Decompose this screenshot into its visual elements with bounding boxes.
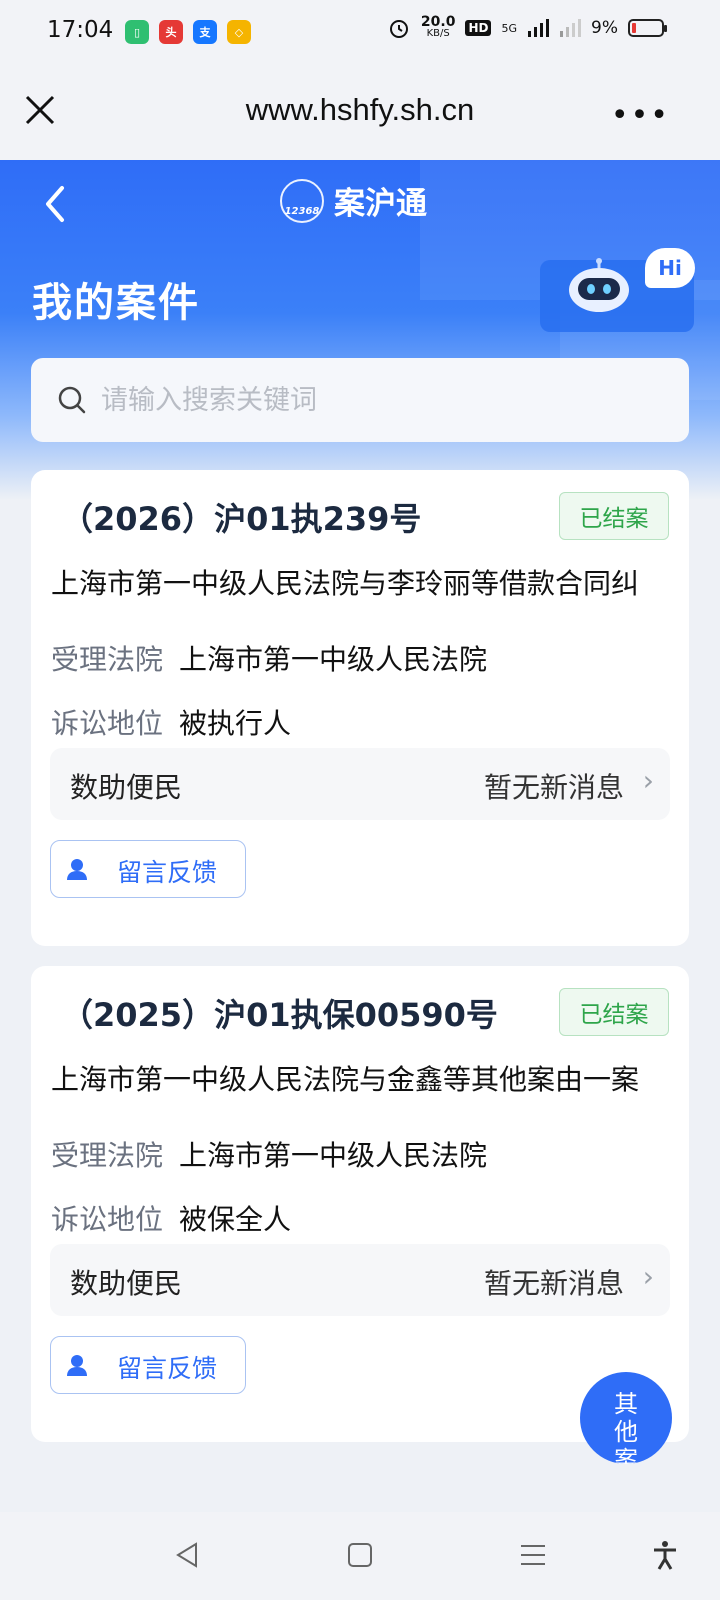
shopping-app-icon: ◇ (227, 20, 251, 44)
notification-icons: ▯ 头 支 ◇ (125, 20, 251, 44)
search-input[interactable] (99, 383, 663, 417)
search-bar[interactable] (31, 358, 689, 442)
brand: 12368 案沪通 (280, 178, 427, 223)
feedback-label: 留言反馈 (117, 1354, 218, 1383)
notice-label: 数助便民 (70, 1267, 183, 1300)
accessibility-icon[interactable] (650, 1540, 680, 1570)
court-row: 受理法院 上海市第一中级人民法院 (51, 1134, 487, 1174)
nav-home-icon[interactable] (345, 1540, 375, 1570)
feedback-label: 留言反馈 (117, 858, 218, 887)
signal-icon (528, 19, 550, 37)
court-label: 受理法院 (51, 643, 164, 676)
case-title: 上海市第一中级人民法院与李玲丽等借款合同纠 (51, 567, 640, 600)
system-nav-bar (0, 1512, 720, 1600)
chevron-right-icon: › (642, 1260, 654, 1293)
float-button-label: 其他案 (614, 1390, 638, 1464)
hi-bubble[interactable]: Hi (645, 248, 695, 288)
nav-back-icon[interactable] (172, 1540, 202, 1570)
court-label: 受理法院 (51, 1139, 164, 1172)
case-title: 上海市第一中级人民法院与金鑫等其他案由一案 (51, 1063, 640, 1096)
case-card[interactable]: （2026）沪01执239号 已结案 上海市第一中级人民法院与李玲丽等借款合同纠… (31, 470, 689, 946)
signal-5g-label: 5G (501, 21, 518, 35)
role-label: 诉讼地位 (51, 1203, 164, 1236)
more-menu-icon[interactable]: ••• (611, 98, 670, 133)
alarm-icon (389, 20, 408, 38)
role-row: 诉讼地位 被执行人 (51, 702, 291, 742)
notice-row[interactable]: 数助便民 暂无新消息 › (50, 1244, 670, 1316)
notice-label: 数助便民 (70, 771, 183, 804)
user-service-icon (67, 1355, 87, 1376)
browser-bar: www.hshfy.sh.cn ••• (0, 64, 720, 160)
court-value: 上海市第一中级人民法院 (179, 1139, 488, 1172)
hd-icon: HD (465, 20, 492, 36)
notice-value: 暂无新消息 (483, 1267, 624, 1300)
battery-percent: 9% (591, 18, 618, 38)
court-row: 受理法院 上海市第一中级人民法院 (51, 638, 487, 678)
case-number: （2025）沪01执保00590号 (61, 996, 498, 1034)
news-app-icon: 头 (159, 20, 183, 44)
role-row: 诉讼地位 被保全人 (51, 1198, 291, 1238)
case-number: （2026）沪01执239号 (61, 500, 422, 538)
feedback-button[interactable]: 留言反馈 (50, 840, 246, 898)
chevron-right-icon: › (642, 764, 654, 797)
notice-value: 暂无新消息 (483, 771, 624, 804)
other-cases-float-button[interactable]: 其他案 (580, 1372, 672, 1464)
court-logo-icon: 12368 (280, 178, 324, 223)
battery-icon (628, 19, 667, 37)
brand-name: 案沪通 (334, 186, 427, 222)
back-icon[interactable] (40, 182, 70, 226)
user-service-icon (67, 859, 87, 880)
status-right: 20.0 KB/S HD 5G 9% (387, 14, 667, 40)
role-value: 被保全人 (179, 1203, 292, 1236)
status-time: 17:04 (47, 17, 114, 43)
signal-2-icon (560, 19, 582, 37)
search-icon (58, 386, 86, 414)
net-speed: 20.0 KB/S (420, 14, 456, 39)
nav-menu-icon[interactable] (518, 1540, 548, 1570)
robot-icon (569, 258, 629, 312)
page-title: 我的案件 (32, 280, 200, 326)
role-label: 诉讼地位 (51, 707, 164, 740)
alipay-icon: 支 (193, 20, 217, 44)
court-value: 上海市第一中级人民法院 (179, 643, 488, 676)
notice-row[interactable]: 数助便民 暂无新消息 › (50, 748, 670, 820)
case-card[interactable]: （2025）沪01执保00590号 已结案 上海市第一中级人民法院与金鑫等其他案… (31, 966, 689, 1442)
status-bar: 17:04 ▯ 头 支 ◇ 20.0 KB/S HD 5G 9% (0, 0, 720, 64)
feedback-button[interactable]: 留言反馈 (50, 1336, 246, 1394)
role-value: 被执行人 (179, 707, 292, 740)
hero-header: 12368 案沪通 我的案件 Hi (0, 160, 720, 500)
status-badge: 已结案 (559, 492, 669, 540)
app-notification-icon: ▯ (125, 20, 149, 44)
status-badge: 已结案 (559, 988, 669, 1036)
